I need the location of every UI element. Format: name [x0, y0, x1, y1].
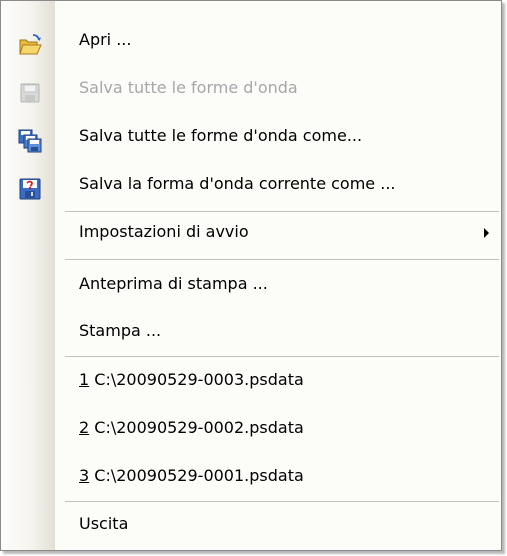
- menu-item-label: Salva tutte le forme d'onda come...: [79, 126, 363, 145]
- recent-file-label: 3 C:\20090529-0001.psdata: [79, 452, 304, 500]
- recent-file-label: 2 C:\20090529-0002.psdata: [79, 404, 304, 452]
- recent-file-index: 1: [79, 370, 90, 389]
- recent-file-index: 3: [79, 466, 90, 485]
- menu-item-save-all-as[interactable]: Salva tutte le forme d'onda come...: [1, 112, 501, 160]
- save-current-waveform-icon: [18, 172, 42, 200]
- menu-item-label: Salva tutte le forme d'onda: [79, 78, 298, 97]
- save-multiple-icon: [18, 124, 42, 153]
- recent-file-3[interactable]: 3 C:\20090529-0001.psdata: [1, 452, 501, 500]
- recent-file-index: 2: [79, 418, 90, 437]
- menu-item-exit[interactable]: Uscita: [1, 500, 501, 548]
- menu-item-label: Uscita: [79, 514, 129, 533]
- recent-file-1[interactable]: 1 C:\20090529-0003.psdata: [1, 356, 501, 404]
- open-folder-icon: [18, 28, 42, 55]
- menu-item-label: Salva la forma d'onda corrente come ...: [79, 174, 396, 193]
- menu-item-label: Apri ...: [79, 30, 132, 49]
- file-menu: Apri ... Salva tutte le forme d'onda Sal…: [0, 0, 502, 551]
- menu-item-label: Stampa ...: [79, 321, 162, 340]
- save-disk-icon: [18, 76, 42, 103]
- menu-item-label: Impostazioni di avvio: [79, 222, 249, 241]
- menu-item-open[interactable]: Apri ...: [1, 16, 501, 64]
- recent-file-2[interactable]: 2 C:\20090529-0002.psdata: [1, 404, 501, 452]
- recent-file-label: 1 C:\20090529-0003.psdata: [79, 356, 304, 404]
- recent-file-path: C:\20090529-0003.psdata: [89, 370, 304, 389]
- submenu-arrow-icon: [484, 228, 489, 238]
- menu-item-print[interactable]: Stampa ...: [1, 307, 501, 355]
- menu-item-label: Anteprima di stampa ...: [79, 274, 268, 293]
- menu-item-startup-settings[interactable]: Impostazioni di avvio: [1, 208, 501, 256]
- menu-item-save-current-as[interactable]: Salva la forma d'onda corrente come ...: [1, 160, 501, 208]
- recent-file-path: C:\20090529-0001.psdata: [89, 466, 304, 485]
- menu-item-save-all: Salva tutte le forme d'onda: [1, 64, 501, 112]
- recent-file-path: C:\20090529-0002.psdata: [89, 418, 304, 437]
- menu-item-print-preview[interactable]: Anteprima di stampa ...: [1, 260, 501, 308]
